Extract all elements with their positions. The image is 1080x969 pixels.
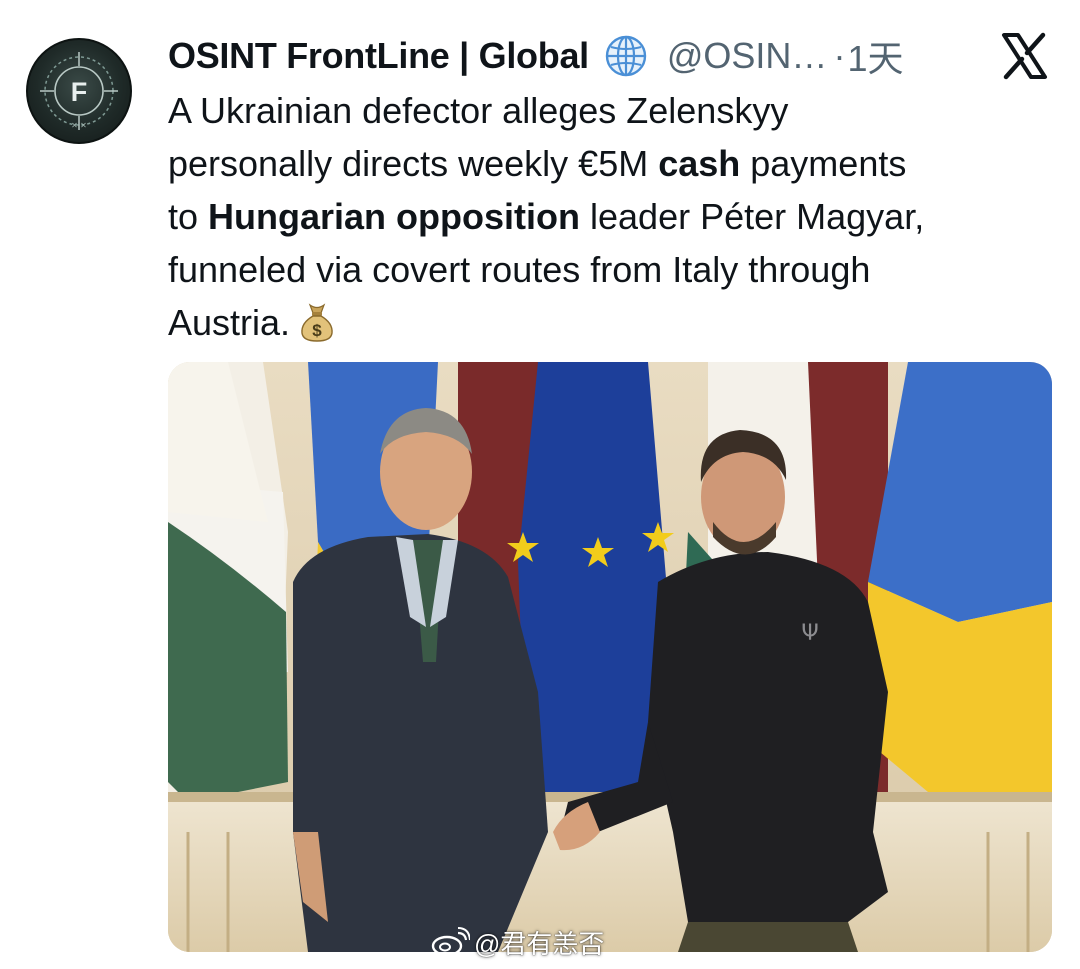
- tweet-text: A Ukrainian defector alleges Zelenskyy p…: [168, 84, 1048, 349]
- tweet-timestamp[interactable]: 1天: [847, 30, 903, 82]
- bold-word: cash: [658, 143, 741, 184]
- avatar-logo-icon: F ✕ ✕: [40, 52, 118, 130]
- money-bag-icon: $: [301, 303, 333, 342]
- author-name[interactable]: OSINT FrontLine | Global: [168, 35, 589, 77]
- watermark: @君有恙否: [430, 922, 604, 962]
- bold-phrase: Hungarian opposition: [208, 196, 581, 237]
- avatar-letter: F: [71, 77, 88, 107]
- tweet-text-line: A Ukrainian defector alleges Zelenskyy: [168, 90, 789, 131]
- watermark-text: @君有恙否: [474, 928, 605, 959]
- x-logo-icon[interactable]: [998, 30, 1050, 82]
- weibo-icon: [431, 927, 470, 957]
- author-avatar[interactable]: F ✕ ✕: [26, 38, 132, 144]
- tweet-text-line: funneled via covert routes from Italy th…: [168, 249, 871, 290]
- tweet-header: OSINT FrontLine | Global @OSIN… · 1天: [168, 30, 1068, 82]
- tweet-text-line: personally directs weekly €5M cash payme…: [168, 143, 907, 184]
- tweet-media-photo[interactable]: Ψ: [168, 362, 1052, 952]
- tweet-text-line: Austria. $: [168, 296, 1048, 349]
- trident-icon: Ψ: [801, 621, 818, 646]
- svg-text:✕ ✕: ✕ ✕: [71, 121, 87, 130]
- shirt-emblem: Ψ: [801, 621, 818, 646]
- header-separator: ·: [833, 35, 846, 76]
- photo-image: Ψ: [168, 362, 1052, 952]
- svg-text:$: $: [312, 321, 322, 340]
- tweet-text-line: to Hungarian opposition leader Péter Mag…: [168, 196, 925, 237]
- tweet-card[interactable]: F ✕ ✕ OSINT FrontLine | Global @OSIN… · …: [0, 0, 1080, 969]
- author-handle[interactable]: @OSIN…: [667, 35, 828, 77]
- globe-icon: [605, 35, 647, 77]
